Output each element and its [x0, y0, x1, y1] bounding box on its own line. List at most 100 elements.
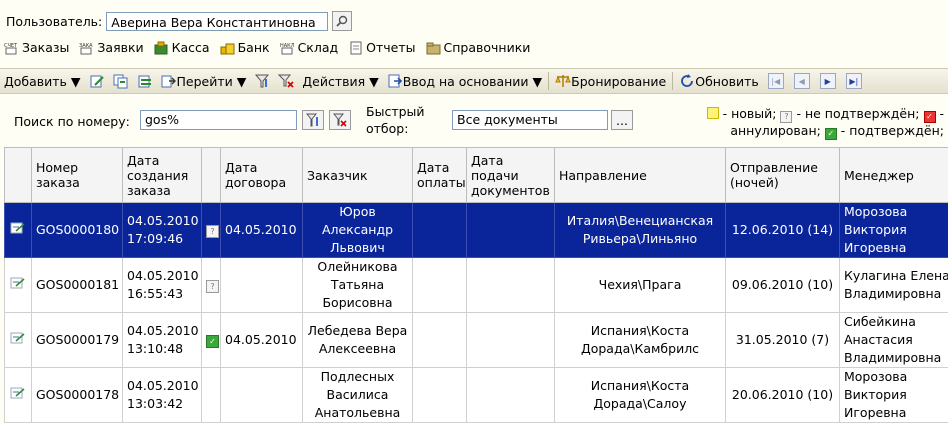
prev-page-button[interactable]: ◀: [794, 73, 810, 89]
module-warehouse-label: Склад: [298, 40, 339, 55]
based-on-button[interactable]: Ввод на основании ▼: [383, 69, 546, 93]
user-field[interactable]: Аверина Вера Константиновна: [106, 12, 328, 31]
cell-manager: Морозова Виктория Игоревна: [840, 203, 948, 258]
cancelled-status-icon: ✓: [924, 111, 936, 123]
cell-number: GOS0000178: [32, 368, 123, 423]
cell-manager: Морозова Виктория Игоревна: [840, 368, 948, 423]
orders-icon: СЧЕТ: [4, 41, 20, 55]
goto-icon: [161, 73, 177, 89]
clear-filter-button[interactable]: [274, 69, 298, 93]
sort-button[interactable]: [250, 69, 274, 93]
legend-line-2: аннулирован; ✓ - подтверждён;: [707, 123, 944, 140]
row-icon-cell: [5, 203, 32, 258]
refresh-button[interactable]: Обновить: [675, 69, 763, 93]
quick-filter-input[interactable]: Все документы: [452, 110, 608, 130]
legend-cancelled: аннулирован;: [730, 123, 821, 138]
cell-paid: [413, 313, 467, 368]
legend-dash: -: [939, 106, 944, 121]
table-row[interactable]: GOS0000179 04.05.2010 13:10:48 ✓ 04.05.2…: [5, 313, 948, 368]
table-row[interactable]: GOS0000178 04.05.2010 13:03:42 Подлесных…: [5, 368, 948, 423]
cell-paid: [413, 203, 467, 258]
dropdown-arrow-icon: ▼: [237, 74, 247, 89]
quick-filter-label-1: Быстрый: [366, 104, 425, 119]
module-cash[interactable]: Касса: [154, 40, 210, 55]
cell-number: GOS0000179: [32, 313, 123, 368]
cell-status: ✓: [202, 313, 221, 368]
header-contract[interactable]: Дата договора: [221, 148, 303, 203]
cell-contract: 04.05.2010: [221, 313, 303, 368]
next-page-icon: ▶: [825, 77, 831, 86]
table-row[interactable]: GOS0000181 04.05.2010 16:55:43 ? Олейник…: [5, 258, 948, 313]
cell-customer: Олейникова Татьяна Борисовна: [303, 258, 413, 313]
cell-customer: Лебедева Вера Алексеевна: [303, 313, 413, 368]
quick-filter-select-button[interactable]: ...: [611, 110, 633, 130]
header-number[interactable]: Номер заказа: [32, 148, 123, 203]
toolbar-separator: [548, 72, 549, 90]
header-customer[interactable]: Заказчик: [303, 148, 413, 203]
cell-status: ?: [202, 258, 221, 313]
row-icon-cell: [5, 313, 32, 368]
module-reports[interactable]: Отчеты: [348, 40, 415, 55]
toolbar: Добавить ▼ Перейти ▼ Действия ▼ Ввод на …: [0, 68, 948, 94]
user-search-button[interactable]: [332, 11, 352, 31]
header-status[interactable]: [202, 148, 221, 203]
add-button[interactable]: Добавить ▼: [0, 69, 85, 93]
edit-button[interactable]: [85, 69, 109, 93]
header-departure[interactable]: Отправление (ночей): [726, 148, 840, 203]
search-input[interactable]: gos%: [140, 110, 297, 130]
unconfirmed-status-icon: ?: [206, 225, 219, 238]
sort-icon: [254, 73, 270, 89]
module-menu: СЧЕТ Заказы ЗАКА Заявки Касса Банк НАКЛ …: [4, 40, 530, 55]
table-header-row: Номер заказа Дата создания заказа Дата д…: [5, 148, 948, 203]
user-row: Пользователь: Аверина Вера Константиновн…: [6, 10, 352, 32]
module-bank[interactable]: Банк: [220, 40, 270, 55]
cell-direction: Италия\Венецианская Ривьера\Линьяно: [555, 203, 726, 258]
module-references[interactable]: Справочники: [426, 40, 531, 55]
edit-document-icon: [89, 73, 105, 89]
confirmed-status-icon: ✓: [206, 335, 219, 348]
header-paid[interactable]: Дата оплаты: [413, 148, 467, 203]
requests-icon: ЗАКА: [79, 41, 95, 55]
header-manager[interactable]: Менеджер: [840, 148, 948, 203]
search-clear-button[interactable]: [329, 110, 351, 130]
goto-button[interactable]: Перейти ▼: [157, 69, 251, 93]
quick-filter-label-2: отбор:: [366, 121, 408, 136]
edit-document-icon: [10, 387, 26, 402]
search-icon: [336, 15, 348, 27]
reports-icon: [348, 41, 364, 55]
last-page-button[interactable]: ▶|: [846, 73, 862, 89]
cell-created: 04.05.2010 17:09:46: [123, 203, 202, 258]
cell-direction: Испания\Коста Дорада\Салоу: [555, 368, 726, 423]
copy-document-icon: [113, 73, 129, 89]
add-label: Добавить: [4, 74, 67, 89]
header-direction[interactable]: Направление: [555, 148, 726, 203]
row-icon-cell: [5, 258, 32, 313]
edit-document-icon: [10, 222, 26, 237]
cell-created: 04.05.2010 13:10:48: [123, 313, 202, 368]
booking-button[interactable]: Бронирование: [551, 69, 670, 93]
header-created[interactable]: Дата создания заказа: [123, 148, 202, 203]
delete-button[interactable]: [133, 69, 157, 93]
based-on-icon: [387, 73, 403, 89]
module-cash-label: Касса: [172, 40, 210, 55]
copy-button[interactable]: [109, 69, 133, 93]
legend-unconfirmed: - не подтверждён;: [796, 106, 919, 121]
header-submitted[interactable]: Дата подачи документов: [467, 148, 555, 203]
cash-icon: [154, 41, 170, 55]
cell-number: GOS0000181: [32, 258, 123, 313]
header-icon-col: [5, 148, 32, 203]
search-sort-button[interactable]: [302, 110, 324, 130]
last-page-icon: ▶|: [849, 77, 858, 86]
table-row[interactable]: GOS0000180 04.05.2010 17:09:46 ? 04.05.2…: [5, 203, 948, 258]
refresh-icon: [679, 73, 695, 89]
module-warehouse[interactable]: НАКЛ Склад: [280, 40, 339, 55]
scales-icon: [555, 73, 571, 89]
cell-direction: Чехия\Прага: [555, 258, 726, 313]
module-orders[interactable]: СЧЕТ Заказы: [4, 40, 69, 55]
cell-created: 04.05.2010 13:03:42: [123, 368, 202, 423]
module-requests[interactable]: ЗАКА Заявки: [79, 40, 143, 55]
actions-button[interactable]: Действия ▼: [298, 69, 382, 93]
next-page-button[interactable]: ▶: [820, 73, 836, 89]
cell-direction: Испания\Коста Дорада\Камбрилс: [555, 313, 726, 368]
first-page-button[interactable]: |◀: [768, 73, 784, 89]
